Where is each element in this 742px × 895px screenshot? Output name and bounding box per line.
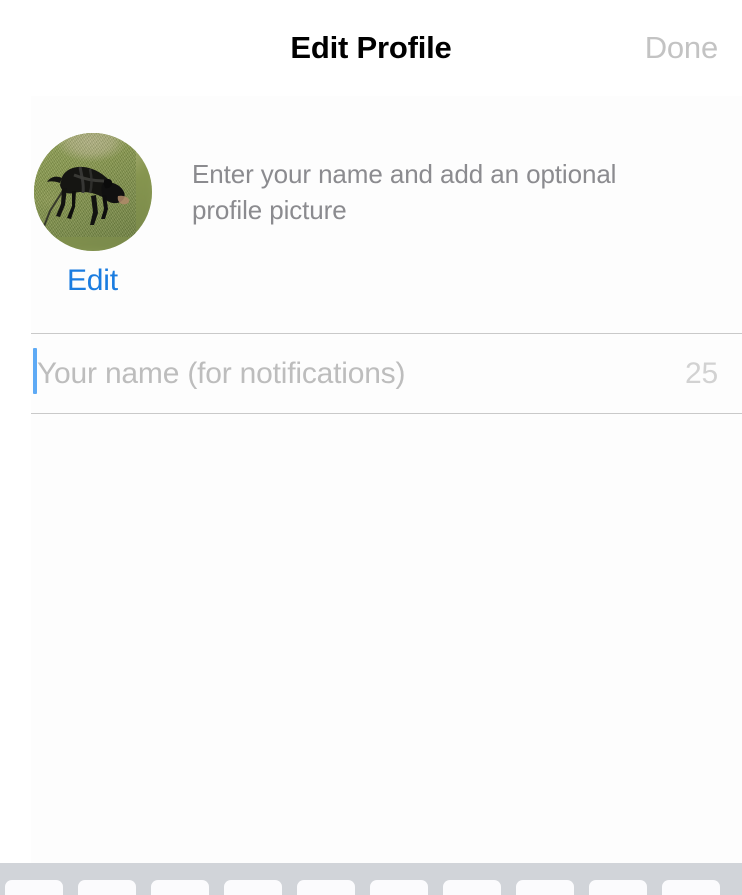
key-r[interactable]	[224, 880, 282, 895]
profile-content-panel: Edit Enter your name and add an optional…	[31, 96, 742, 863]
key-y[interactable]	[370, 880, 428, 895]
avatar-photo	[34, 133, 136, 237]
key-i[interactable]	[516, 880, 574, 895]
page-title: Edit Profile	[290, 30, 452, 65]
navigation-bar: Edit Profile Done	[0, 0, 742, 96]
avatar-container[interactable]	[34, 133, 152, 251]
edit-avatar-link[interactable]: Edit	[67, 264, 118, 298]
key-t[interactable]	[297, 880, 355, 895]
key-p[interactable]	[662, 880, 720, 895]
key-o[interactable]	[589, 880, 647, 895]
dog-photo-subject	[42, 166, 130, 230]
done-button[interactable]: Done	[645, 0, 719, 96]
key-u[interactable]	[443, 880, 501, 895]
separator-bottom	[31, 413, 742, 414]
avatar[interactable]	[34, 133, 152, 251]
profile-description: Enter your name and add an optional prof…	[192, 159, 617, 225]
onscreen-keyboard[interactable]	[0, 863, 742, 895]
key-e[interactable]	[151, 880, 209, 895]
name-input[interactable]	[37, 334, 637, 413]
key-w[interactable]	[78, 880, 136, 895]
keyboard-row-top	[0, 880, 742, 895]
name-field-row[interactable]: 25	[31, 334, 742, 413]
character-counter: 25	[685, 357, 718, 390]
key-q[interactable]	[5, 880, 63, 895]
